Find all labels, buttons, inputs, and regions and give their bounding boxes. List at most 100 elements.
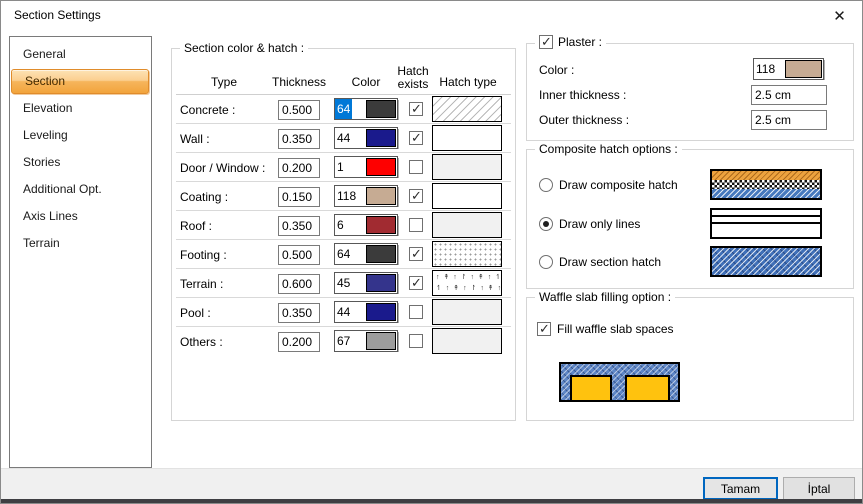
hatch-type-preview[interactable] xyxy=(432,241,502,267)
color-picker[interactable]: 118 xyxy=(334,185,398,207)
radio-draw-section-hatch[interactable]: Draw section hatch xyxy=(539,255,661,269)
sidebar-item-leveling[interactable]: Leveling xyxy=(10,122,151,149)
hatch-type-preview[interactable] xyxy=(432,328,502,354)
color-swatch xyxy=(366,303,396,321)
row-label: Door / Window : xyxy=(180,161,265,175)
color-index: 1 xyxy=(335,157,365,177)
hatch-exists-checkbox[interactable] xyxy=(409,218,423,232)
only-lines-preview xyxy=(710,208,822,239)
fill-waffle-checkbox-row[interactable]: Fill waffle slab spaces xyxy=(537,322,674,336)
row-label: Others : xyxy=(180,335,223,349)
radio-icon xyxy=(539,178,553,192)
thickness-input[interactable] xyxy=(278,100,320,120)
sidebar-item-elevation[interactable]: Elevation xyxy=(10,95,151,122)
group-label: Composite hatch options : xyxy=(535,142,682,156)
waffle-slab-group: Waffle slab filling option : Fill waffle… xyxy=(526,297,854,421)
section-settings-dialog: Section Settings ✕ General Section Eleva… xyxy=(0,0,863,504)
thickness-input[interactable] xyxy=(278,187,320,207)
plaster-checkbox[interactable] xyxy=(539,35,553,49)
hatch-exists-checkbox[interactable] xyxy=(409,131,423,145)
close-icon[interactable]: ✕ xyxy=(817,1,862,31)
table-rows: Concrete : 64 Wall : 44 xyxy=(176,95,511,356)
radio-draw-only-lines[interactable]: Draw only lines xyxy=(539,217,640,231)
thickness-input[interactable] xyxy=(278,129,320,149)
hatch-exists-checkbox[interactable] xyxy=(409,247,423,261)
color-swatch xyxy=(366,216,396,234)
hatch-type-preview[interactable] xyxy=(432,125,502,151)
plaster-label: Plaster : xyxy=(558,35,602,49)
orange-hatch-band xyxy=(712,171,820,180)
color-picker[interactable]: 64 xyxy=(334,98,398,120)
color-swatch xyxy=(785,60,822,78)
color-swatch xyxy=(366,332,396,350)
outer-thickness-input[interactable] xyxy=(751,110,827,130)
ok-button[interactable]: Tamam xyxy=(703,477,778,500)
waffle-fill-right xyxy=(625,375,670,400)
color-swatch xyxy=(366,187,396,205)
inner-thickness-input[interactable] xyxy=(751,85,827,105)
sidebar-item-stories[interactable]: Stories xyxy=(10,149,151,176)
table-row-roof: Roof : 6 xyxy=(176,211,511,240)
color-index: 6 xyxy=(335,215,365,235)
color-picker[interactable]: 6 xyxy=(334,214,398,236)
radio-draw-composite-hatch[interactable]: Draw composite hatch xyxy=(539,178,678,192)
checker-band xyxy=(712,180,820,189)
hatch-exists-checkbox[interactable] xyxy=(409,305,423,319)
table-row-door-window: Door / Window : 1 xyxy=(176,153,511,182)
thickness-input[interactable] xyxy=(278,245,320,265)
thickness-input[interactable] xyxy=(278,158,320,178)
thickness-input[interactable] xyxy=(278,332,320,352)
hatch-exists-checkbox[interactable] xyxy=(409,334,423,348)
sidebar-item-section[interactable]: Section xyxy=(11,69,149,94)
hatch-exists-checkbox[interactable] xyxy=(409,276,423,290)
row-label: Pool : xyxy=(180,306,211,320)
color-swatch xyxy=(366,129,396,147)
color-picker[interactable]: 45 xyxy=(334,272,398,294)
sidebar-item-general[interactable]: General xyxy=(10,41,151,68)
color-index: 44 xyxy=(335,128,365,148)
color-picker[interactable]: 44 xyxy=(334,127,398,149)
group-label: Waffle slab filling option : xyxy=(535,290,675,304)
radio-icon xyxy=(539,217,553,231)
hatch-exists-checkbox[interactable] xyxy=(409,102,423,116)
table-row-pool: Pool : 44 xyxy=(176,298,511,327)
color-index: 45 xyxy=(335,273,365,293)
color-picker[interactable]: 44 xyxy=(334,301,398,323)
plaster-color-picker[interactable]: 118 xyxy=(753,58,824,80)
title-bar: Section Settings ✕ xyxy=(1,1,862,31)
color-index: 64 xyxy=(335,244,365,264)
hatch-type-preview[interactable] xyxy=(432,96,502,122)
plaster-header: Plaster : xyxy=(535,35,606,49)
col-thickness: Thickness xyxy=(267,75,331,89)
row-label: Concrete : xyxy=(180,103,235,117)
window-title: Section Settings xyxy=(14,8,101,22)
table-row-footing: Footing : 64 xyxy=(176,240,511,269)
col-color: Color xyxy=(334,75,398,89)
col-hatch-exists: Hatchexists xyxy=(390,65,436,91)
thickness-input[interactable] xyxy=(278,216,320,236)
section-hatch-preview xyxy=(710,246,822,277)
cancel-button[interactable]: İptal xyxy=(783,477,855,500)
checkbox-icon xyxy=(537,322,551,336)
sidebar-item-terrain[interactable]: Terrain xyxy=(10,230,151,257)
col-type: Type xyxy=(192,75,256,89)
hatch-type-preview[interactable] xyxy=(432,270,502,296)
color-picker[interactable]: 67 xyxy=(334,330,398,352)
outer-thickness-label: Outer thickness : xyxy=(539,113,629,127)
sidebar-item-additional-opt[interactable]: Additional Opt. xyxy=(10,176,151,203)
hatch-type-preview[interactable] xyxy=(432,154,502,180)
sidebar-item-axis-lines[interactable]: Axis Lines xyxy=(10,203,151,230)
color-picker[interactable]: 64 xyxy=(334,243,398,265)
hatch-exists-checkbox[interactable] xyxy=(409,160,423,174)
hatch-type-preview[interactable] xyxy=(432,299,502,325)
thickness-input[interactable] xyxy=(278,303,320,323)
row-label: Coating : xyxy=(180,190,228,204)
row-label: Roof : xyxy=(180,219,212,233)
hatch-type-preview[interactable] xyxy=(432,183,502,209)
color-index: 118 xyxy=(754,59,784,79)
row-label: Terrain : xyxy=(180,277,223,291)
hatch-type-preview[interactable] xyxy=(432,212,502,238)
color-picker[interactable]: 1 xyxy=(334,156,398,178)
hatch-exists-checkbox[interactable] xyxy=(409,189,423,203)
thickness-input[interactable] xyxy=(278,274,320,294)
